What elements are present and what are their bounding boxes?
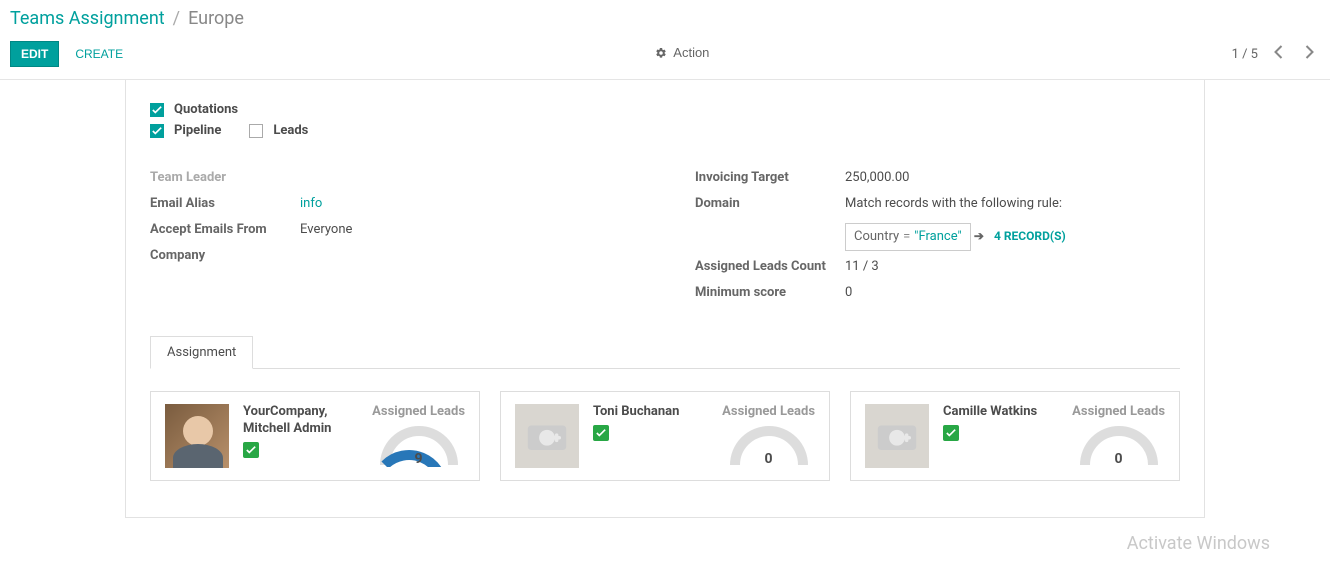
- member-name: Toni Buchanan: [593, 404, 714, 421]
- gear-icon: [655, 47, 667, 59]
- action-label: Action: [673, 45, 709, 60]
- active-check-icon: [593, 425, 609, 441]
- member-card[interactable]: YourCompany, Mitchell Admin Assigned Lead…: [150, 391, 480, 481]
- assigned-leads-label: Assigned Leads: [1072, 404, 1165, 419]
- active-check-icon: [943, 425, 959, 441]
- domain-rule[interactable]: Country = "France": [845, 223, 971, 251]
- chevron-left-icon: [1274, 45, 1283, 59]
- domain-description: Match records with the following rule:: [845, 194, 1066, 214]
- email-alias-label: Email Alias: [150, 194, 300, 214]
- rule-field: Country: [854, 227, 899, 247]
- minimum-score-label: Minimum score: [695, 283, 845, 303]
- create-button[interactable]: CREATE: [65, 42, 133, 66]
- assigned-leads-label: Assigned Leads: [372, 404, 465, 419]
- leads-count: 0: [729, 451, 809, 467]
- tab-assignment[interactable]: Assignment: [150, 336, 253, 369]
- minimum-score-value: 0: [845, 283, 852, 303]
- quotations-checkbox[interactable]: [150, 103, 164, 117]
- assigned-leads-count-value: 11 / 3: [845, 257, 879, 277]
- chevron-right-icon: [1305, 45, 1314, 59]
- company-label: Company: [150, 246, 300, 266]
- leads-label: Leads: [273, 123, 308, 138]
- active-check-icon: [243, 442, 259, 458]
- rule-value: "France": [914, 227, 961, 247]
- camera-plus-icon: [876, 420, 918, 452]
- breadcrumb-current: Europe: [188, 8, 244, 29]
- email-alias-value[interactable]: info: [300, 196, 322, 211]
- invoicing-target-value: 250,000.00: [845, 168, 909, 188]
- leads-checkbox[interactable]: [249, 124, 263, 138]
- member-name: Camille Watkins: [943, 404, 1064, 421]
- team-leader-label: Team Leader: [150, 168, 300, 188]
- invoicing-target-label: Invoicing Target: [695, 168, 845, 188]
- accept-emails-label: Accept Emails From: [150, 220, 300, 240]
- domain-label: Domain: [695, 194, 845, 251]
- leads-count: 0: [1079, 451, 1159, 467]
- action-dropdown[interactable]: Action: [655, 45, 709, 60]
- breadcrumb-separator: /: [173, 8, 180, 29]
- leads-count: 9: [379, 451, 459, 467]
- leads-gauge: 9: [379, 425, 459, 467]
- rule-operator: =: [903, 227, 910, 247]
- records-link[interactable]: ➔ 4 RECORD(S): [974, 226, 1066, 246]
- member-card[interactable]: Camille Watkins Assigned Leads 0: [850, 391, 1180, 481]
- accept-emails-value: Everyone: [300, 220, 352, 240]
- pager-text: 1 / 5: [1232, 47, 1258, 62]
- breadcrumb-parent[interactable]: Teams Assignment: [10, 8, 165, 29]
- records-count: 4 RECORD(S): [994, 226, 1066, 246]
- leads-gauge: 0: [1079, 425, 1159, 467]
- watermark-text: Activate Windows: [1127, 533, 1270, 554]
- member-name: YourCompany, Mitchell Admin: [243, 404, 364, 438]
- avatar-placeholder: [515, 404, 579, 468]
- arrow-right-icon: ➔: [974, 226, 984, 246]
- camera-plus-icon: [526, 420, 568, 452]
- member-card[interactable]: Toni Buchanan Assigned Leads 0: [500, 391, 830, 481]
- pipeline-label: Pipeline: [174, 123, 221, 138]
- pager-prev[interactable]: [1268, 41, 1289, 67]
- pager-next[interactable]: [1299, 41, 1320, 67]
- assigned-leads-label: Assigned Leads: [722, 404, 815, 419]
- breadcrumb: Teams Assignment / Europe: [10, 8, 1320, 29]
- assigned-leads-count-label: Assigned Leads Count: [695, 257, 845, 277]
- quotations-label: Quotations: [174, 102, 238, 117]
- avatar: [165, 404, 229, 468]
- leads-gauge: 0: [729, 425, 809, 467]
- avatar-placeholder: [865, 404, 929, 468]
- edit-button[interactable]: EDIT: [10, 41, 59, 67]
- pipeline-checkbox[interactable]: [150, 124, 164, 138]
